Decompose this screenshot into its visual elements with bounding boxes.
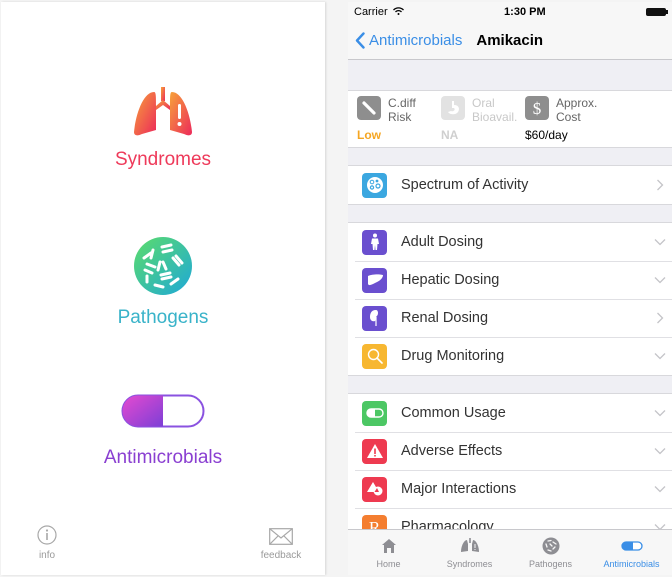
stat-name: C.diff Risk: [388, 96, 416, 124]
section-spectrum: Spectrum of Activity: [348, 165, 672, 205]
stat-value: $60/day: [525, 128, 568, 142]
spectrum-icon: [362, 172, 387, 198]
pathogens-label: Pathogens: [117, 307, 209, 328]
section-dosing: Adult Dosing Hepatic Dosing Renal Dosing…: [348, 222, 672, 376]
antimicrobials-label: Antimicrobials: [103, 447, 223, 468]
back-label: Antimicrobials: [369, 32, 463, 49]
tab-pathogens[interactable]: Pathogens: [510, 530, 591, 575]
tab-bar: Home Syndromes Pathogens Antimicrobials: [348, 529, 672, 575]
row-label: Hepatic Dosing: [401, 272, 500, 288]
liver-icon: [362, 267, 387, 293]
row-drug-monitoring[interactable]: Drug Monitoring: [348, 337, 672, 375]
mail-icon: [269, 528, 293, 545]
tab-label: Syndromes: [446, 559, 493, 569]
kidney-icon: [362, 305, 387, 331]
chevron-down-icon: [648, 352, 672, 360]
row-label: Major Interactions: [401, 481, 517, 497]
tab-syndromes[interactable]: Syndromes: [429, 530, 510, 575]
row-adult-dosing[interactable]: Adult Dosing: [348, 223, 672, 261]
page-title: Amikacin: [476, 32, 544, 49]
section-info: Common Usage Adverse Effects Major Inter…: [348, 393, 672, 547]
bacteria-icon: [542, 536, 560, 556]
tab-home[interactable]: Home: [348, 530, 429, 575]
drug-detail-screen: Carrier 1:30 PM Antimicrobials Amikacin: [348, 2, 672, 575]
wifi-icon: [392, 7, 404, 15]
status-time: 1:30 PM: [504, 6, 546, 18]
info-icon: [37, 525, 57, 545]
chevron-down-icon: [648, 409, 672, 417]
row-label: Spectrum of Activity: [401, 177, 529, 193]
app-screenshots: Syndromes Pathogens Antimicrobials info …: [0, 0, 672, 577]
chevron-right-icon: [648, 179, 672, 191]
back-button[interactable]: Antimicrobials: [355, 32, 462, 49]
row-hepatic-dosing[interactable]: Hepatic Dosing: [348, 261, 672, 299]
row-common-usage[interactable]: Common Usage: [348, 394, 672, 432]
stat-value: Low: [357, 128, 381, 142]
info-label: info: [38, 550, 56, 561]
tab-antimicrobials[interactable]: Antimicrobials: [591, 530, 672, 575]
row-label: Adult Dosing: [401, 234, 484, 250]
stat-value: NA: [441, 128, 459, 142]
dollar-icon: $: [525, 96, 549, 120]
chevron-down-icon: [648, 447, 672, 455]
row-spectrum-of-activity[interactable]: Spectrum of Activity: [348, 166, 672, 204]
stat-name: Oral Bioavail.: [472, 96, 518, 124]
chevron-down-icon: [648, 276, 672, 284]
info-button[interactable]: info: [29, 525, 65, 561]
stat-cdiff-risk: C.diff Risk Low: [357, 96, 441, 147]
lungs-alert-icon: [134, 87, 192, 136]
stat-name: Approx. Cost: [556, 96, 598, 124]
row-major-interactions[interactable]: Major Interactions: [348, 470, 672, 508]
bandage-icon: [357, 96, 381, 120]
tab-label: Pathogens: [528, 559, 573, 569]
carrier-label: Carrier: [354, 6, 404, 18]
magnifier-icon: [362, 343, 387, 369]
pill-icon: [121, 394, 205, 428]
row-renal-dosing[interactable]: Renal Dosing: [348, 299, 672, 337]
drug-stats-panel: C.diff Risk Low Oral Bioavail. NA $ Appr…: [348, 90, 672, 148]
chevron-down-icon: [648, 485, 672, 493]
feedback-label: feedback: [260, 550, 302, 561]
nav-bar: Antimicrobials Amikacin: [348, 22, 672, 60]
home-syndromes-button[interactable]: Syndromes: [1, 86, 325, 171]
pill-icon: [620, 536, 643, 556]
stomach-icon: [441, 96, 465, 120]
chevron-down-icon: [648, 238, 672, 246]
feedback-button[interactable]: feedback: [253, 528, 309, 561]
status-bar: Carrier 1:30 PM: [348, 2, 672, 22]
home-pathogens-button[interactable]: Pathogens: [1, 236, 325, 329]
chevron-right-icon: [648, 312, 672, 324]
chevron-left-icon: [355, 32, 365, 49]
row-adverse-effects[interactable]: Adverse Effects: [348, 432, 672, 470]
tab-label: Home: [376, 559, 401, 569]
bacteria-icon: [134, 237, 192, 295]
shapes-icon: [362, 476, 387, 502]
tab-label: Antimicrobials: [603, 559, 660, 569]
row-label: Drug Monitoring: [401, 348, 505, 364]
pill-icon: [362, 400, 387, 426]
row-label: Adverse Effects: [401, 443, 503, 459]
lungs-icon: [460, 536, 480, 556]
home-icon: [381, 536, 397, 556]
syndromes-label: Syndromes: [114, 149, 212, 170]
stat-approx-cost: $ Approx. Cost $60/day: [525, 96, 609, 147]
home-antimicrobials-button[interactable]: Antimicrobials: [1, 394, 325, 469]
battery-icon: [645, 8, 668, 16]
row-label: Common Usage: [401, 405, 506, 421]
warning-icon: [362, 438, 387, 464]
person-icon: [362, 229, 387, 255]
row-label: Renal Dosing: [401, 310, 489, 326]
stat-oral-bioavailability: Oral Bioavail. NA: [441, 96, 525, 147]
home-screen: Syndromes Pathogens Antimicrobials info …: [1, 2, 325, 575]
